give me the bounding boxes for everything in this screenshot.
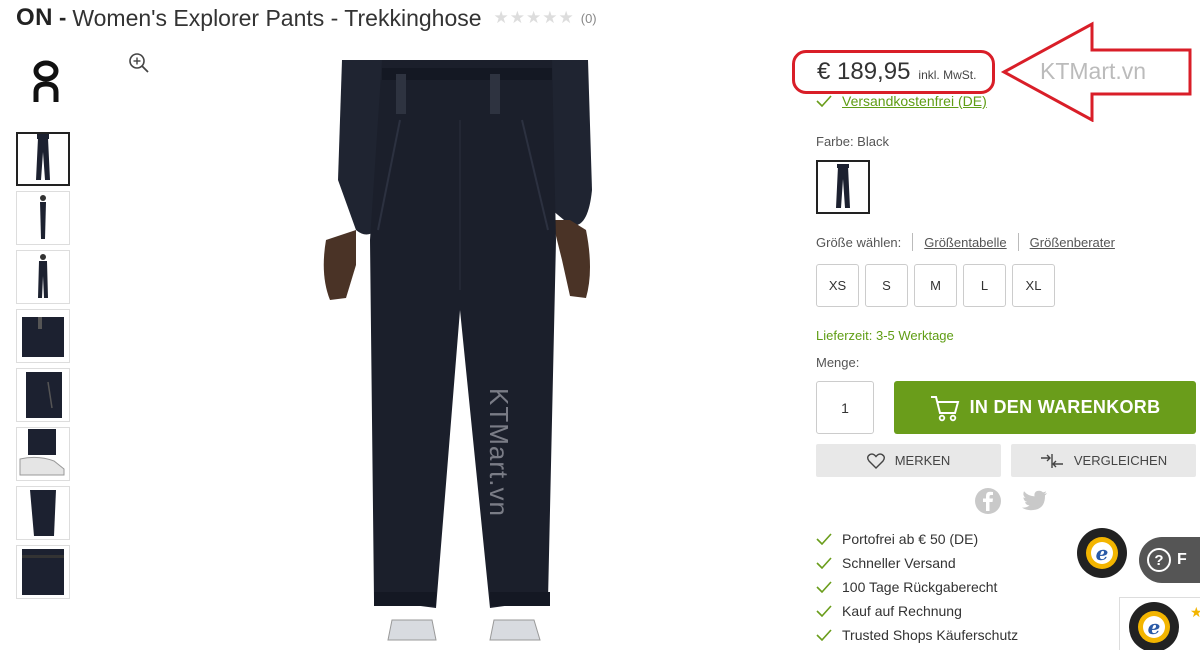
delivery-time: Lieferzeit: 3-5 Werktage xyxy=(816,328,954,343)
thumbnail-side[interactable] xyxy=(16,191,70,245)
side-watermark: KTMart.vn xyxy=(1040,58,1147,84)
check-icon xyxy=(816,605,832,617)
product-name: Women's Explorer Pants - Trekkinghose xyxy=(72,4,482,31)
check-icon xyxy=(816,629,832,641)
quantity-input[interactable] xyxy=(816,381,874,434)
compare-button[interactable]: VERGLEICHEN xyxy=(1011,444,1196,477)
color-swatch-black[interactable] xyxy=(816,160,870,214)
check-icon xyxy=(816,95,832,107)
benefit-item: Portofrei ab € 50 (DE) xyxy=(816,527,1018,551)
size-option-m[interactable]: M xyxy=(914,264,957,307)
svg-text:e: e xyxy=(1096,541,1109,565)
cart-icon xyxy=(930,395,959,421)
review-count[interactable]: (0) xyxy=(581,11,597,26)
svg-text:e: e xyxy=(1148,615,1161,639)
thumbnail-leg-detail[interactable] xyxy=(16,486,70,540)
color-label: Farbe: Black xyxy=(816,134,889,149)
product-title: ON - Women's Explorer Pants - Trekkingho… xyxy=(16,4,597,32)
thumbnail-front[interactable] xyxy=(16,132,70,186)
facebook-icon[interactable] xyxy=(974,487,1002,515)
compare-arrows-icon xyxy=(1040,453,1063,468)
divider xyxy=(1017,233,1019,251)
size-option-xl[interactable]: XL xyxy=(1012,264,1055,307)
thumbnail-full[interactable] xyxy=(16,250,70,304)
price-highlight: € 189,95 inkl. MwSt. xyxy=(792,50,995,94)
heart-icon xyxy=(866,452,885,469)
size-table-link[interactable]: Größentabelle xyxy=(924,235,1006,250)
trusted-shops-badge-icon[interactable]: e xyxy=(1128,601,1180,650)
zoom-icon[interactable] xyxy=(128,52,150,74)
brand-name: ON xyxy=(16,4,53,31)
add-to-cart-label: IN DEN WARENKORB xyxy=(969,397,1161,417)
benefit-text: 100 Tage Rückgaberecht xyxy=(842,579,998,595)
benefits-list: Portofrei ab € 50 (DE) Schneller Versand… xyxy=(816,527,1018,647)
question-icon: ? xyxy=(1147,548,1171,572)
check-icon xyxy=(816,533,832,545)
benefit-text: Kauf auf Rechnung xyxy=(842,603,962,619)
image-watermark: KTMart.vn xyxy=(484,388,514,517)
benefit-text: Schneller Versand xyxy=(842,555,956,571)
price: € 189,95 xyxy=(817,58,911,85)
divider xyxy=(912,233,914,251)
check-icon xyxy=(816,581,832,593)
free-shipping-link[interactable]: Versandkostenfrei (DE) xyxy=(842,93,987,109)
benefit-item: Trusted Shops Käuferschutz xyxy=(816,623,1018,647)
benefit-item: Kauf auf Rechnung xyxy=(816,599,1018,623)
trusted-shops-badge-icon[interactable]: e xyxy=(1076,527,1128,579)
check-icon xyxy=(816,557,832,569)
wishlist-label: MERKEN xyxy=(894,453,951,468)
help-button[interactable]: ? F xyxy=(1139,537,1200,583)
thumbnail-waist-detail[interactable] xyxy=(16,309,70,363)
size-option-s[interactable]: S xyxy=(865,264,908,307)
tax-note: inkl. MwSt. xyxy=(918,68,977,82)
thumbnail-shoe-detail[interactable] xyxy=(16,427,70,481)
twitter-icon[interactable] xyxy=(1021,487,1049,515)
shipping-info: Versandkostenfrei (DE) xyxy=(816,93,987,109)
title-separator: - xyxy=(59,5,67,30)
wishlist-button[interactable]: MERKEN xyxy=(816,444,1001,477)
star-icon: ★ xyxy=(1190,604,1200,620)
benefit-item: Schneller Versand xyxy=(816,551,1018,575)
size-label: Größe wählen: xyxy=(816,234,902,250)
on-logo-icon[interactable] xyxy=(26,56,66,108)
compare-label: VERGLEICHEN xyxy=(1073,453,1168,468)
size-option-xs[interactable]: XS xyxy=(816,264,859,307)
benefit-text: Portofrei ab € 50 (DE) xyxy=(842,531,979,547)
thumbnail-pocket-detail[interactable] xyxy=(16,368,70,422)
thumbnail-back-detail[interactable] xyxy=(16,545,70,599)
quantity-label: Menge: xyxy=(816,355,860,370)
size-advisor-link[interactable]: Größenberater xyxy=(1030,235,1115,250)
add-to-cart-button[interactable]: IN DEN WARENKORB xyxy=(894,381,1196,434)
main-product-image[interactable] xyxy=(160,60,750,650)
rating-stars[interactable]: ★★★★★ xyxy=(494,8,575,28)
benefit-text: Trusted Shops Käuferschutz xyxy=(842,627,1019,643)
size-selector-header: Größe wählen: Größentabelle Größenberate… xyxy=(816,233,1115,251)
thumbnail-list xyxy=(16,132,70,604)
size-options: XS S M L XL xyxy=(816,264,1055,307)
size-option-l[interactable]: L xyxy=(963,264,1006,307)
help-label: F xyxy=(1177,551,1187,568)
benefit-item: 100 Tage Rückgaberecht xyxy=(816,575,1018,599)
